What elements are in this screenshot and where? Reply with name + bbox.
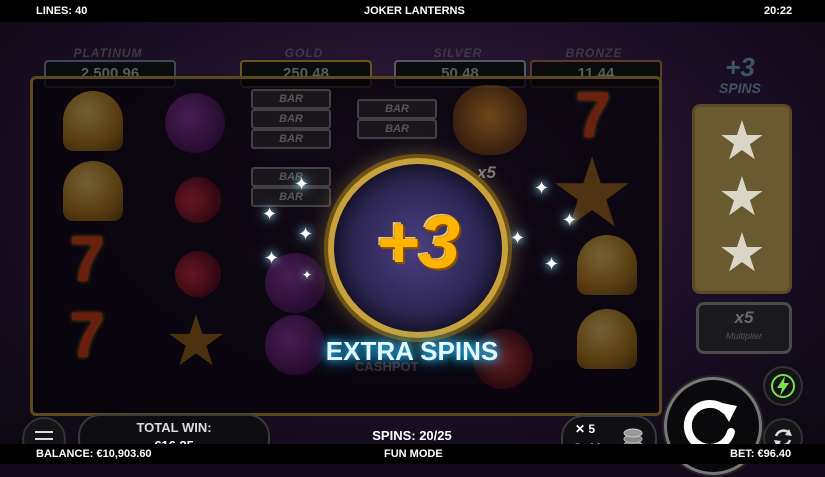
bar-symbol: BAR — [357, 119, 437, 139]
turbo-button[interactable] — [763, 366, 803, 406]
game-mode: FUN MODE — [384, 448, 443, 460]
bar-symbol: BAR — [251, 89, 331, 109]
bell-symbol — [63, 91, 123, 151]
jackpot-name: PLATINUM — [73, 46, 143, 60]
bell-symbol — [577, 309, 637, 369]
bet-multiplier: ✕ 5 — [575, 422, 596, 436]
balance: BALANCE: €10,903.60 — [36, 448, 152, 460]
clock: 20:22 — [764, 5, 793, 17]
bar-symbol: BAR — [251, 167, 331, 187]
game-stage: PLATINUM 2,500.96 GOLD 250.48 SILVER 50.… — [0, 22, 825, 475]
side-spins-counter: +3 SPINS — [704, 54, 776, 96]
multiplier-panel: x5 Multiplier — [696, 302, 792, 354]
bar-symbol: BAR — [251, 129, 331, 149]
multiplier-x5-symbol: x5 — [477, 163, 496, 182]
extra-spins-caption: EXTRA SPINS — [325, 336, 499, 366]
jackpot-name: GOLD — [284, 46, 324, 60]
multiplier-label: Multiplier — [725, 331, 762, 341]
free-spins-star-panel: ★ ★ ★ — [692, 104, 792, 294]
grape-symbol — [165, 93, 225, 153]
total-win-label: TOTAL WIN: — [136, 420, 212, 435]
star-symbol: ★ — [548, 140, 636, 247]
star-icon: ★ — [717, 167, 767, 227]
star-icon: ★ — [717, 223, 767, 283]
cherry-symbol — [175, 177, 221, 223]
jackpot-name: BRONZE — [565, 46, 623, 60]
lightning-icon — [771, 374, 795, 398]
bar-symbol: BAR — [357, 99, 437, 119]
sparkle-icon: ✦ — [302, 268, 313, 282]
menu-icon — [35, 438, 53, 440]
bottom-bar: BALANCE: €10,903.60 FUN MODE BET: €96.40 — [0, 444, 825, 464]
seven-symbol: 7 — [69, 223, 105, 295]
side-spins-plus: +3 — [725, 52, 755, 82]
sparkle-icon: ✦ — [544, 254, 560, 274]
extra-spins-coin: +3 — [328, 158, 508, 338]
bar-symbol: BAR — [251, 109, 331, 129]
sparkle-icon: ✦ — [298, 224, 314, 244]
multiplier-value: x5 — [734, 308, 754, 327]
bet-amount: BET: €96.40 — [730, 448, 792, 460]
cherry-symbol — [175, 251, 221, 297]
sparkle-icon: ✦ — [262, 204, 278, 224]
menu-icon — [35, 431, 53, 433]
sparkle-icon: ✦ — [264, 248, 280, 268]
game-title: JOKER LANTERNS — [364, 5, 465, 17]
seven-symbol: 7 — [575, 79, 611, 151]
star-symbol: ★ — [164, 302, 228, 380]
sparkle-icon: ✦ — [510, 228, 526, 248]
seven-symbol: 7 — [69, 299, 105, 371]
pumpkin-joker-symbol — [453, 85, 527, 155]
top-bar: LINES: 40 JOKER LANTERNS 20:22 — [0, 0, 825, 22]
sparkle-icon: ✦ — [534, 178, 550, 198]
lines-count: LINES: 40 — [36, 5, 88, 17]
side-spins-label: SPINS — [718, 80, 761, 96]
spins-counter: SPINS: 20/25 — [372, 428, 452, 443]
extra-spins-award: +3 — [375, 201, 461, 284]
star-icon: ★ — [717, 111, 767, 171]
sparkle-icon: ✦ — [562, 210, 578, 230]
bell-symbol — [63, 161, 123, 221]
sparkle-icon: ✦ — [294, 174, 310, 194]
bell-symbol — [577, 235, 637, 295]
jackpot-name: SILVER — [433, 46, 483, 60]
